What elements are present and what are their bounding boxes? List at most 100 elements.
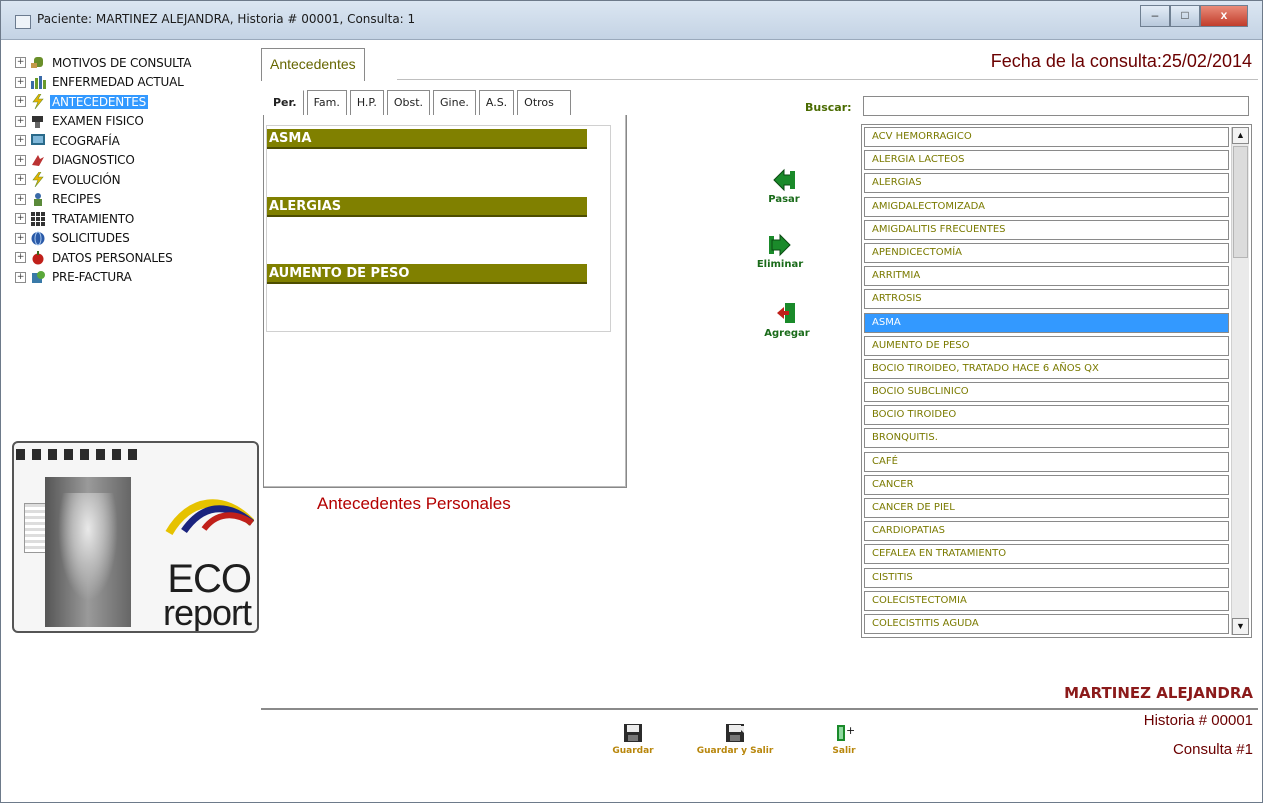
tree-item-enfermedad-actual[interactable]: + ENFERMEDAD ACTUAL — [15, 73, 255, 93]
guardar-y-salir-label: Guardar y Salir — [696, 746, 774, 756]
list-item[interactable]: AMIGDALITIS FRECUENTES — [864, 219, 1229, 240]
lightning-icon — [30, 171, 46, 188]
list-item[interactable]: CANCER DE PIEL — [864, 498, 1229, 518]
agregar-label: Agregar — [764, 328, 810, 339]
list-item[interactable]: ARTROSIS — [864, 289, 1229, 310]
list-item[interactable]: AUMENTO DE PESO — [864, 335, 1229, 356]
antecedente-notes-asma[interactable] — [269, 151, 587, 191]
expand-icon[interactable]: + — [15, 57, 26, 69]
guardar-y-salir-button[interactable]: Guardar y Salir — [695, 723, 775, 756]
antecedente-notes-alergias[interactable] — [269, 219, 587, 259]
tree-item-motivos-de-consulta[interactable]: + MOTIVOS DE CONSULTA — [15, 53, 255, 73]
list-item[interactable]: CISTITIS — [864, 567, 1229, 588]
tree-item-diagnostico[interactable]: + DIAGNOSTICO — [15, 151, 255, 171]
list-item[interactable]: CANCER — [864, 474, 1229, 495]
pasar-button[interactable]: Pasar — [754, 167, 814, 205]
door-enter-icon — [775, 301, 799, 325]
arrow-right-icon — [768, 232, 792, 257]
expand-icon[interactable]: + — [15, 193, 26, 205]
close-button[interactable]: x — [1200, 5, 1248, 27]
guardar-button[interactable]: Guardar — [605, 723, 661, 756]
list-item[interactable]: AMIGDALECTOMIZADA — [864, 196, 1229, 217]
save-exit-icon — [725, 723, 745, 743]
antecedente-header-alergias[interactable]: ALERGIAS — [267, 197, 587, 217]
list-item[interactable]: COLECISTITIS AGUDA — [864, 613, 1229, 634]
tree-item-label: ENFERMEDAD ACTUAL — [52, 75, 184, 90]
list-item[interactable]: BOCIO TIROIDEO, TRATADO HACE 6 AÑOS QX — [864, 358, 1229, 379]
tree-item-recipes[interactable]: + RECIPES — [15, 190, 255, 210]
antecedentes-listbox[interactable]: ACV HEMORRAGICO ALERGIA LACTEOS ALERGIAS… — [861, 124, 1252, 638]
eliminar-button[interactable]: Eliminar — [750, 232, 810, 270]
tree-item-evolucion[interactable]: + EVOLUCIÓN — [15, 170, 255, 190]
listbox-items: ACV HEMORRAGICO ALERGIA LACTEOS ALERGIAS… — [864, 127, 1229, 637]
subtab-otros[interactable]: Otros — [517, 90, 572, 115]
subtab-obst[interactable]: Obst. — [386, 90, 431, 115]
expand-icon[interactable]: + — [15, 76, 26, 88]
list-item[interactable]: COLECISTECTOMIA — [864, 590, 1229, 611]
tree-item-ecografia[interactable]: + ECOGRAFÍA — [15, 131, 255, 151]
search-input[interactable] — [863, 96, 1249, 116]
tab-antecedentes[interactable]: Antecedentes — [261, 48, 365, 81]
tree-item-label: TRATAMIENTO — [52, 211, 135, 226]
scroll-thumb[interactable] — [1233, 146, 1248, 258]
expand-icon[interactable]: + — [15, 96, 26, 108]
invoice-icon — [30, 270, 46, 285]
title-bar: Paciente: MARTINEZ ALEJANDRA, Historia #… — [1, 1, 1262, 40]
list-item[interactable]: BRONQUITIS. — [864, 428, 1229, 449]
tree-item-solicitudes[interactable]: + SOLICITUDES — [15, 229, 255, 249]
minimize-button[interactable]: – — [1140, 5, 1170, 27]
list-item[interactable]: ALERGIA LACTEOS — [864, 150, 1229, 171]
tree-item-tratamiento[interactable]: + TRATAMIENTO — [15, 209, 255, 229]
subtab-gine[interactable]: Gine. — [433, 90, 476, 115]
list-item-selected[interactable]: ASMA — [864, 312, 1229, 333]
list-item[interactable]: CAFÉ — [864, 451, 1229, 472]
historia-number: Historia # 00001 — [1143, 712, 1253, 729]
list-item[interactable]: APENDICECTOMÍA — [864, 242, 1229, 263]
listbox-scrollbar[interactable]: ▲ ▼ — [1231, 127, 1249, 635]
selected-antecedentes-list[interactable]: ASMA ALERGIAS AUMENTO DE PESO — [266, 125, 611, 332]
salir-button[interactable]: + Salir — [824, 723, 864, 756]
agregar-button[interactable]: Agregar — [757, 301, 817, 339]
expand-icon[interactable]: + — [15, 252, 26, 264]
subtab-hp[interactable]: H.P. — [349, 90, 384, 115]
tree-item-label: ANTECEDENTES — [50, 94, 148, 109]
list-item[interactable]: BOCIO SUBCLINICO — [864, 382, 1229, 403]
globe-icon — [30, 231, 46, 246]
expand-icon[interactable]: + — [15, 174, 26, 186]
expand-icon[interactable]: + — [15, 154, 26, 166]
expand-icon[interactable]: + — [15, 115, 26, 127]
patient-name: MARTINEZ ALEJANDRA — [1064, 684, 1253, 702]
antecedente-header-aumento-de-peso[interactable]: AUMENTO DE PESO — [267, 264, 587, 284]
tree-item-antecedentes[interactable]: + ANTECEDENTES — [15, 92, 255, 112]
tree-item-label: RECIPES — [52, 192, 101, 207]
list-item[interactable]: ALERGIAS — [864, 173, 1229, 194]
tree-item-datos-personales[interactable]: + DATOS PERSONALES — [15, 248, 255, 268]
expand-icon[interactable]: + — [15, 271, 26, 283]
tree-item-label: ECOGRAFÍA — [52, 133, 120, 148]
window-title: Paciente: MARTINEZ ALEJANDRA, Historia #… — [37, 12, 416, 26]
guardar-label: Guardar — [612, 746, 654, 756]
tree-item-label: DATOS PERSONALES — [52, 250, 173, 265]
grid-icon — [30, 211, 46, 227]
scroll-down-button[interactable]: ▼ — [1232, 618, 1249, 635]
subtab-as[interactable]: A.S. — [478, 90, 515, 115]
list-item[interactable]: ARRITMIA — [864, 266, 1229, 287]
expand-icon[interactable]: + — [15, 232, 26, 244]
logo-text-report: report — [162, 592, 252, 633]
scroll-up-button[interactable]: ▲ — [1232, 127, 1249, 144]
stethoscope-icon — [30, 114, 46, 129]
list-item[interactable]: CEFALEA EN TRATAMIENTO — [864, 544, 1229, 565]
maximize-button[interactable]: □ — [1170, 5, 1200, 27]
list-item[interactable]: BOCIO TIROIDEO — [864, 405, 1229, 426]
tree-item-examen-fisico[interactable]: + EXAMEN FISICO — [15, 112, 255, 132]
antecedente-header-asma[interactable]: ASMA — [267, 129, 587, 149]
subtab-per[interactable]: Per. — [266, 90, 304, 115]
tree-item-label: PRE-FACTURA — [52, 270, 132, 285]
list-item[interactable]: ACV HEMORRAGICO — [864, 127, 1229, 147]
tree-item-pre-factura[interactable]: + PRE-FACTURA — [15, 268, 255, 288]
subtab-fam[interactable]: Fam. — [306, 90, 347, 115]
list-item[interactable]: CARDIOPATIAS — [864, 521, 1229, 542]
antecedente-notes-aumento-de-peso[interactable] — [269, 286, 587, 326]
expand-icon[interactable]: + — [15, 135, 26, 147]
expand-icon[interactable]: + — [15, 213, 26, 225]
